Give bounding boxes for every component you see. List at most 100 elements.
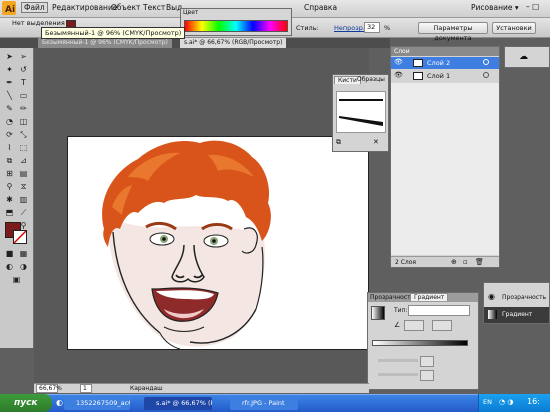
pen-tool-icon[interactable]: ✒: [3, 77, 16, 88]
document-settings-button[interactable]: Параметры документа: [418, 22, 488, 42]
gradient-mode-icon[interactable]: ▦: [17, 248, 30, 259]
appearance-icon[interactable]: ☁: [519, 52, 528, 62]
language-indicator[interactable]: EN: [483, 398, 492, 406]
opacity-field[interactable]: [420, 356, 434, 367]
menu-edit[interactable]: Редактирование: [52, 3, 117, 12]
rotate-tool-icon[interactable]: ⟳: [3, 129, 16, 140]
eye-icon[interactable]: 👁: [394, 58, 403, 66]
blend-tool-icon[interactable]: ⧖: [17, 181, 30, 192]
tab-layers[interactable]: Слои: [394, 48, 410, 55]
dock-item-transparency[interactable]: ◉ Прозрачность: [484, 290, 549, 305]
angle-icon: ∠: [394, 321, 401, 329]
artboard-number[interactable]: 1: [80, 384, 92, 393]
direct-selection-tool-icon[interactable]: ➢: [17, 51, 30, 62]
layer-row[interactable]: 👁 Слой 2: [391, 57, 499, 69]
taskbar-item-active[interactable]: s.ai* @ 66,67% (RG...: [144, 397, 212, 410]
layer-name[interactable]: Слой 2: [427, 59, 450, 67]
dock-item-gradient[interactable]: Градиент: [484, 307, 549, 323]
artboard-tool-icon[interactable]: ⬒: [3, 207, 16, 218]
target-icon[interactable]: [483, 72, 489, 78]
brush-preview-list[interactable]: [336, 91, 386, 133]
screen-mode-icon[interactable]: ▣: [10, 274, 23, 285]
layers-empty-area: [391, 83, 499, 255]
right-dock[interactable]: ☁: [504, 46, 550, 68]
gradient-panel[interactable]: Прозрачность Градиент Тип: ∠: [367, 292, 479, 390]
shape-builder-icon[interactable]: ⧉: [3, 155, 16, 166]
color-panel[interactable]: Цвет: [180, 8, 292, 36]
layer-row[interactable]: 👁 Слой 1: [391, 70, 499, 82]
scale-tool-icon[interactable]: ⤡: [17, 129, 30, 140]
gradient-swatch[interactable]: [371, 306, 385, 320]
opacity-input[interactable]: 32: [364, 22, 380, 33]
gradient-type-select[interactable]: [408, 305, 470, 316]
workspace-switcher[interactable]: Рисование ▾: [471, 3, 519, 12]
start-button[interactable]: пуск: [0, 394, 52, 412]
layers-panel[interactable]: Слои 👁 Слой 2 👁 Слой 1 2 Слоя ⊕ ▫ 🗑: [390, 46, 500, 268]
tray-icons[interactable]: ◔ ◑: [499, 398, 513, 406]
new-sublayer-icon[interactable]: ⊕: [451, 258, 457, 266]
rectangle-tool-icon[interactable]: ▭: [17, 90, 30, 101]
warp-tool-icon[interactable]: ⌇: [3, 142, 16, 153]
layer-name[interactable]: Слой 1: [427, 72, 450, 80]
eye-icon[interactable]: 👁: [394, 71, 403, 79]
clock: 16:: [527, 397, 540, 406]
tab-swatches[interactable]: Образцы: [357, 76, 385, 83]
location-field[interactable]: [420, 370, 434, 381]
gradient-tool-icon[interactable]: ▤: [17, 168, 30, 179]
menu-help[interactable]: Справка: [304, 3, 337, 12]
tools-panel: ➤ ➢ ✦ ↺ ✒ T ╲ ▭ ✎ ✏ ◔ ◫ ⟳ ⤡ ⌇ ⬚ ⧉ ⊿ ⊞ ▤ …: [0, 48, 34, 348]
app-icon[interactable]: Ai: [2, 1, 16, 17]
delete-brush-icon[interactable]: ✕: [373, 138, 379, 146]
tab-gradient[interactable]: Градиент: [410, 293, 449, 301]
brush-tool-icon[interactable]: ✎: [3, 103, 16, 114]
lasso-icon[interactable]: ↺: [17, 64, 30, 75]
angle-input[interactable]: [404, 320, 424, 331]
target-icon[interactable]: [483, 59, 489, 65]
color-spectrum[interactable]: [184, 20, 288, 32]
draw-normal-icon[interactable]: ◐: [3, 261, 16, 272]
eraser-tool-icon[interactable]: ◫: [17, 116, 30, 127]
gradient-slider[interactable]: [372, 340, 468, 346]
stroke-color-swatch[interactable]: [13, 230, 27, 244]
draw-behind-icon[interactable]: ◑: [17, 261, 30, 272]
taskbar-item[interactable]: rfr.JPG - Paint: [230, 397, 298, 410]
taskbar-item[interactable]: 1352267509_ac6850...: [64, 397, 130, 410]
slice-tool-icon[interactable]: ⟋: [17, 207, 30, 218]
free-transform-icon[interactable]: ⬚: [17, 142, 30, 153]
symbol-sprayer-icon[interactable]: ✱: [3, 194, 16, 205]
menu-text[interactable]: Текст: [143, 3, 165, 12]
menu-file[interactable]: Файл: [21, 2, 48, 13]
type-tool-icon[interactable]: T: [17, 77, 30, 88]
color-mode-icon[interactable]: ■: [3, 248, 16, 259]
pencil-tool-icon[interactable]: ✏: [17, 103, 30, 114]
tab-document-2[interactable]: s.ai* @ 66,67% (RGB/Просмотр): [180, 38, 287, 48]
opacity-label[interactable]: Непрозр.:: [334, 24, 367, 32]
delete-layer-icon[interactable]: 🗑: [475, 258, 484, 266]
minimize-icon[interactable]: –: [526, 2, 530, 11]
new-layer-icon[interactable]: ▫: [463, 258, 468, 266]
magic-wand-icon[interactable]: ✦: [3, 64, 16, 75]
caricature-illustration: [102, 140, 271, 350]
window-controls[interactable]: – □: [526, 2, 539, 11]
maximize-icon[interactable]: □: [532, 2, 539, 11]
line-tool-icon[interactable]: ╲: [3, 90, 16, 101]
aspect-input[interactable]: [432, 320, 452, 331]
eyedropper-icon[interactable]: ⚲: [3, 181, 16, 192]
quicklaunch-icon[interactable]: ◐: [56, 398, 63, 407]
mesh-tool-icon[interactable]: ⊞: [3, 168, 16, 179]
color-panel-tab[interactable]: Цвет: [183, 9, 198, 16]
column-graph-icon[interactable]: ▥: [17, 194, 30, 205]
brush-library-icon[interactable]: ⧉: [336, 138, 341, 147]
blob-brush-icon[interactable]: ◔: [3, 116, 16, 127]
layers-panel-header[interactable]: Слои: [391, 47, 499, 56]
brushes-panel[interactable]: Кисти Образцы ⧉ ✕: [332, 74, 389, 152]
menu-object[interactable]: Объект: [111, 3, 140, 12]
zoom-field[interactable]: 66,67%: [36, 384, 62, 393]
selection-tool-icon[interactable]: ➤: [3, 51, 16, 62]
tab-document-1[interactable]: Безымянный-1 @ 96% (CMYK/Просмотр): [38, 38, 172, 48]
preferences-button[interactable]: Установки: [492, 22, 536, 34]
tab-transparency[interactable]: Прозрачность: [370, 294, 414, 301]
transparency-dock[interactable]: ◉ Прозрачность Градиент: [483, 282, 550, 324]
perspective-grid-icon[interactable]: ⊿: [17, 155, 30, 166]
artboard[interactable]: [67, 136, 369, 350]
